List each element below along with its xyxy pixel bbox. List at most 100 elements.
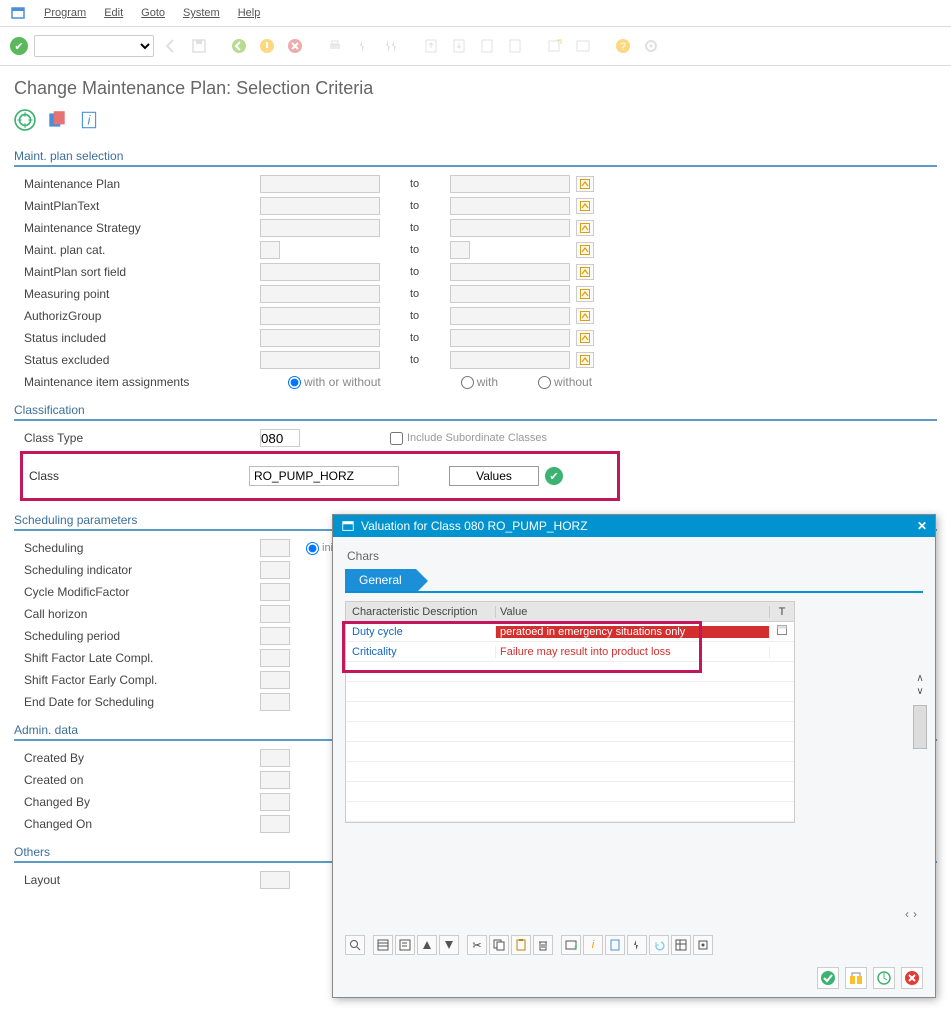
tab-general[interactable]: General (345, 569, 416, 591)
to-input[interactable] (450, 329, 570, 347)
new-session-icon[interactable] (544, 35, 566, 57)
confirm-check-icon[interactable] (845, 967, 867, 989)
execute-icon[interactable] (14, 109, 36, 131)
scroll-down-icon[interactable]: ∨ (916, 686, 923, 697)
to-input[interactable] (450, 197, 570, 215)
confirm-ok-icon[interactable] (817, 967, 839, 989)
from-input[interactable] (260, 351, 380, 369)
menu-system[interactable]: System (183, 7, 220, 19)
to-input[interactable] (450, 219, 570, 237)
radio-with[interactable]: with (461, 375, 498, 389)
menu-goto[interactable]: Goto (141, 7, 165, 19)
from-input[interactable] (260, 197, 380, 215)
chars-row[interactable]: Duty cycleperatoed in emergency situatio… (346, 622, 794, 642)
admin-input[interactable] (260, 749, 290, 767)
sched-input[interactable] (260, 649, 290, 667)
deselect-all-icon[interactable] (395, 935, 415, 955)
menu-program[interactable]: Program (44, 7, 86, 19)
page-down-icon[interactable] (476, 35, 498, 57)
multiple-selection-icon[interactable] (576, 242, 594, 258)
menu-edit[interactable]: Edit (104, 7, 123, 19)
sched-input[interactable] (260, 539, 290, 557)
nav-left-icon[interactable]: ‹ (905, 907, 909, 921)
enter-icon[interactable]: ✔ (10, 37, 28, 55)
sched-input[interactable] (260, 693, 290, 711)
admin-input[interactable] (260, 815, 290, 833)
scroll-thumb[interactable] (913, 705, 927, 749)
help-icon[interactable]: ? (612, 35, 634, 57)
multiple-selection-icon[interactable] (576, 220, 594, 236)
to-input[interactable] (450, 241, 470, 259)
copy-icon[interactable] (489, 935, 509, 955)
to-input[interactable] (450, 263, 570, 281)
sort-asc-icon[interactable] (417, 935, 437, 955)
to-input[interactable] (450, 285, 570, 303)
sched-input[interactable] (260, 583, 290, 601)
undo-icon[interactable] (649, 935, 669, 955)
find-icon[interactable] (352, 35, 374, 57)
popup-close-icon[interactable]: ✕ (917, 519, 927, 533)
char-value-cell[interactable]: Failure may result into product loss (496, 646, 770, 658)
nav-right-icon[interactable]: › (913, 907, 917, 921)
info-icon[interactable]: i (78, 109, 100, 131)
shortcut-icon[interactable] (572, 35, 594, 57)
sched-input[interactable] (260, 671, 290, 689)
class-input[interactable] (249, 466, 399, 486)
sched-input[interactable] (260, 627, 290, 645)
find2-icon[interactable] (627, 935, 647, 955)
multiple-selection-icon[interactable] (576, 352, 594, 368)
from-input[interactable] (260, 263, 380, 281)
from-input[interactable] (260, 175, 380, 193)
save-icon[interactable] (188, 35, 210, 57)
from-input[interactable] (260, 219, 380, 237)
multiple-selection-icon[interactable] (576, 198, 594, 214)
nav-exit-icon[interactable] (256, 35, 278, 57)
print-icon[interactable] (324, 35, 346, 57)
select-all-icon[interactable] (373, 935, 393, 955)
f4-icon[interactable] (777, 625, 787, 635)
multiple-selection-icon[interactable] (576, 176, 594, 192)
cut-icon[interactable]: ✂ (467, 935, 487, 955)
admin-input[interactable] (260, 793, 290, 811)
confirm-cancel-icon[interactable] (901, 967, 923, 989)
page-up-icon[interactable] (448, 35, 470, 57)
delete-icon[interactable] (533, 935, 553, 955)
nav-cancel-icon[interactable] (284, 35, 306, 57)
info2-icon[interactable]: i (583, 935, 603, 955)
to-input[interactable] (450, 307, 570, 325)
values-button[interactable]: Values (449, 466, 539, 486)
detail-icon[interactable] (345, 935, 365, 955)
multiple-selection-icon[interactable] (576, 308, 594, 324)
chars-row[interactable]: CriticalityFailure may result into produ… (346, 642, 794, 662)
include-subordinate-checkbox[interactable]: Include Subordinate Classes (390, 432, 547, 445)
layout-input[interactable] (260, 871, 290, 889)
from-input[interactable] (260, 285, 380, 303)
sched-input[interactable] (260, 605, 290, 623)
page-first-icon[interactable] (420, 35, 442, 57)
table-icon[interactable] (671, 935, 691, 955)
find-next-icon[interactable] (380, 35, 402, 57)
paste-icon[interactable] (511, 935, 531, 955)
from-input[interactable] (260, 241, 280, 259)
from-input[interactable] (260, 329, 380, 347)
chars-scrollbar[interactable]: ∧ ∨ (913, 673, 927, 749)
to-input[interactable] (450, 351, 570, 369)
command-field[interactable] (34, 35, 154, 57)
char-value-cell[interactable]: peratoed in emergency situations only (496, 626, 770, 638)
class-type-input[interactable] (260, 429, 300, 447)
back-icon[interactable] (160, 35, 182, 57)
customize-icon[interactable] (640, 35, 662, 57)
from-input[interactable] (260, 307, 380, 325)
menu-help[interactable]: Help (238, 7, 261, 19)
nav-back-icon[interactable] (228, 35, 250, 57)
multiple-selection-icon[interactable] (576, 330, 594, 346)
confirm-refresh-icon[interactable] (873, 967, 895, 989)
doc-icon[interactable] (605, 935, 625, 955)
radio-without[interactable]: without (538, 375, 592, 389)
radio-with-or-without[interactable]: with or without (288, 375, 381, 389)
multiple-selection-icon[interactable] (576, 264, 594, 280)
sched-input[interactable] (260, 561, 290, 579)
to-input[interactable] (450, 175, 570, 193)
variant-icon[interactable] (46, 109, 68, 131)
admin-input[interactable] (260, 771, 290, 789)
